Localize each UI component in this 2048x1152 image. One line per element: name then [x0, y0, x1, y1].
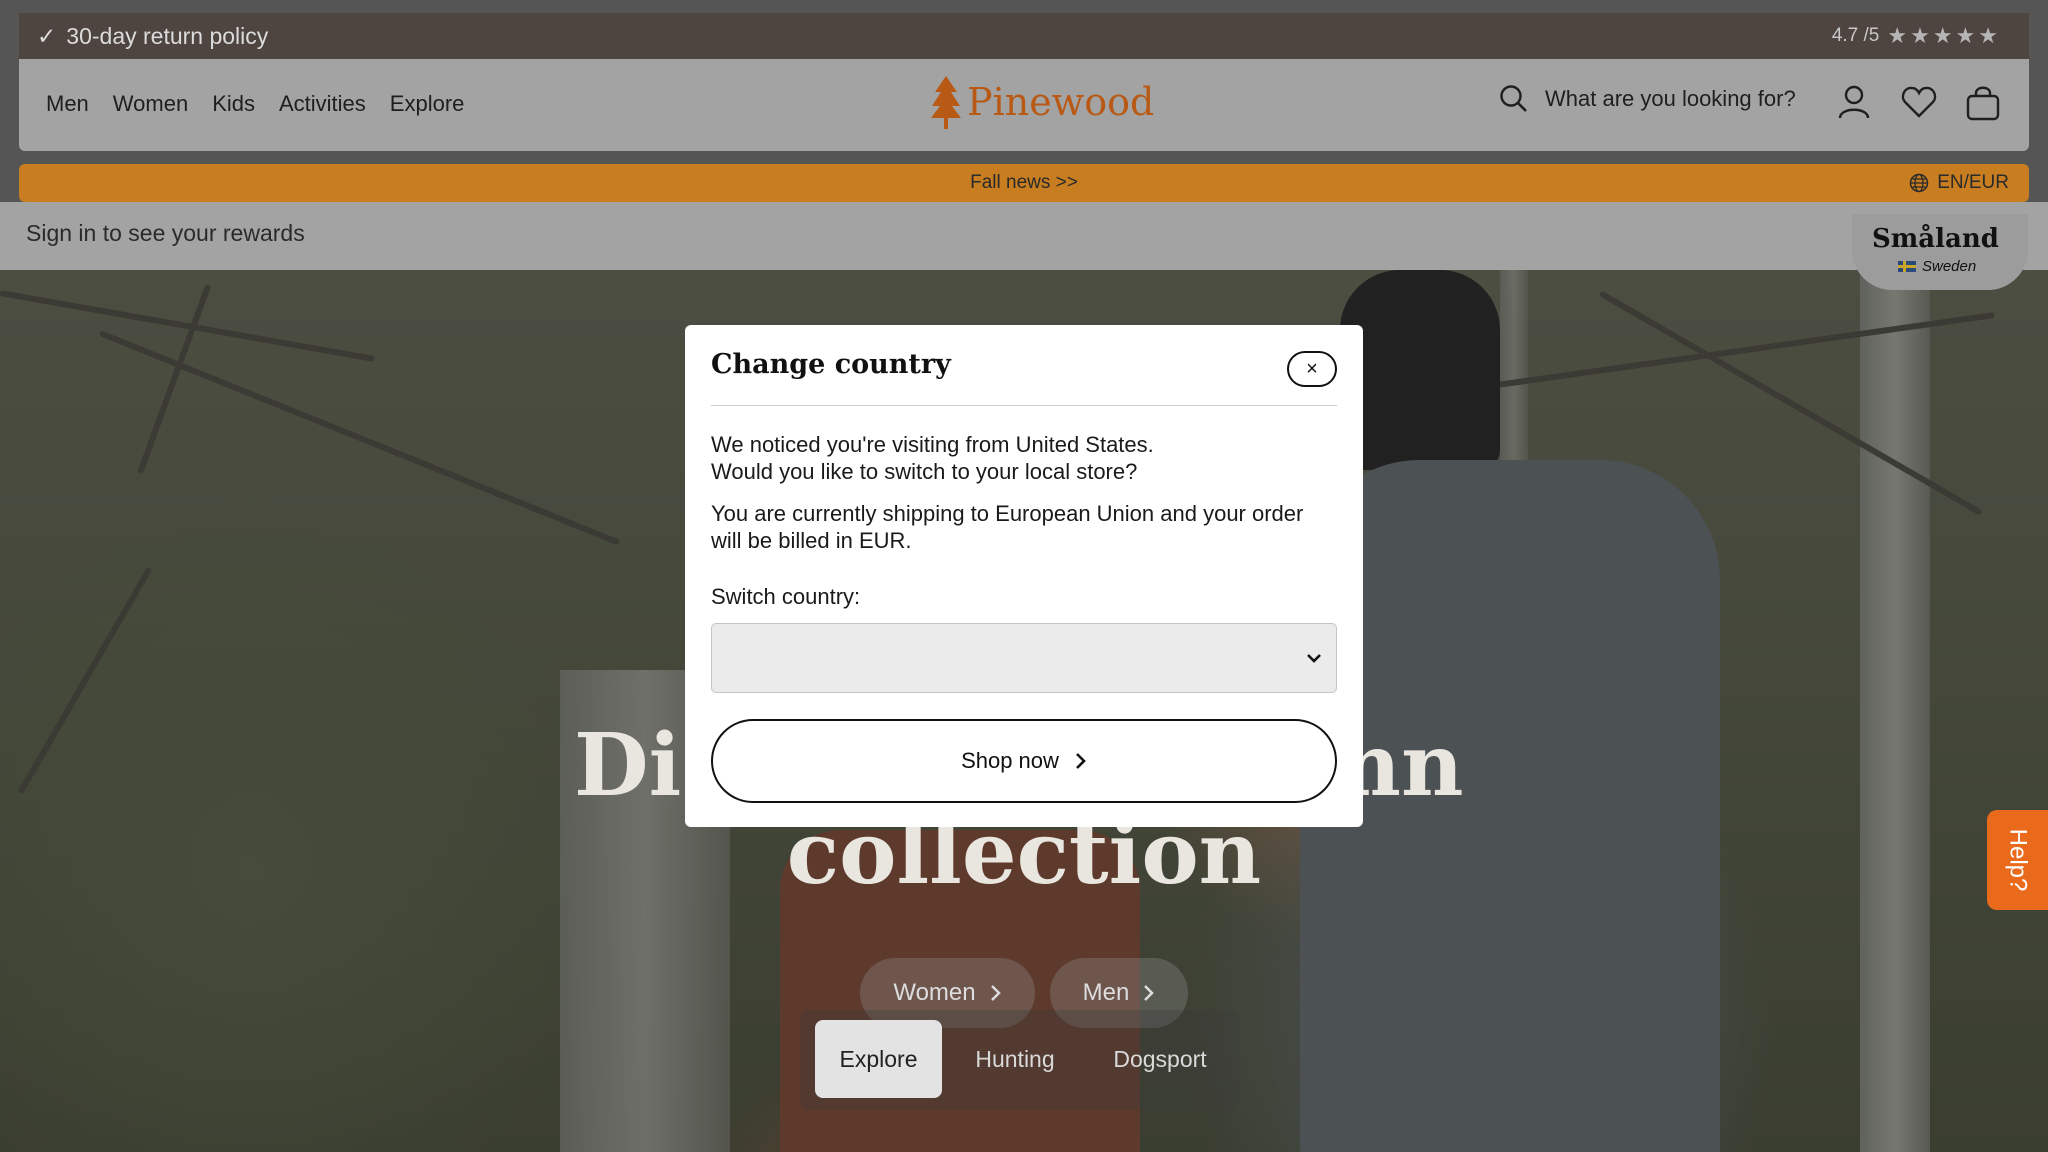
main-navigation: Men Women Kids Activities Explore Pinewo… [19, 59, 2029, 151]
return-policy-text: 30-day return policy [66, 23, 269, 49]
change-country-dialog: Change country × We noticed you're visit… [685, 325, 1363, 827]
rewards-signin-link[interactable]: Sign in to see your rewards [26, 220, 305, 247]
region-badge[interactable]: Småland Sweden [1852, 214, 2028, 290]
close-icon: × [1306, 357, 1318, 380]
locale-selector[interactable]: EN/EUR [1909, 172, 2009, 194]
rating[interactable]: 4.7 /5 ★★★★★ [1832, 23, 2001, 49]
sweden-flag-icon [1898, 261, 1916, 272]
nav-activities[interactable]: Activities [279, 91, 366, 117]
search-icon [1500, 85, 1527, 112]
shipping-notice: You are currently shipping to European U… [711, 501, 1304, 553]
nav-explore[interactable]: Explore [390, 91, 465, 117]
star-icons: ★★★★★ [1887, 23, 2001, 48]
rating-value: 4.7 /5 [1831, 25, 1880, 46]
chevron-down-icon [1307, 654, 1321, 663]
account-icon[interactable] [1837, 85, 1871, 119]
chevron-right-icon [990, 985, 1001, 1001]
country-select[interactable] [711, 623, 1337, 693]
help-button[interactable]: Help? [1987, 810, 2048, 910]
visiting-notice: We noticed you're visiting from United S… [711, 432, 1154, 484]
tree-logo-icon [931, 76, 961, 129]
region-country: Sweden [1922, 258, 1977, 275]
shop-now-button[interactable]: Shop now [711, 719, 1337, 803]
search-field[interactable]: What are you looking for? [1499, 84, 1796, 114]
switch-country-label: Switch country: [711, 584, 861, 609]
divider [711, 405, 1337, 406]
region-name: Småland [1872, 224, 1999, 254]
chevron-right-icon [1076, 753, 1086, 769]
chevron-right-icon [1144, 985, 1155, 1001]
tab-hunting[interactable]: Hunting [960, 1020, 1070, 1098]
close-button[interactable]: × [1287, 351, 1337, 387]
wishlist-heart-icon[interactable] [1901, 85, 1937, 119]
dialog-title: Change country [711, 349, 951, 380]
promo-bar: Fall news >> EN/EUR [19, 164, 2029, 202]
nav-kids[interactable]: Kids [212, 91, 255, 117]
globe-icon [1909, 173, 1929, 193]
tab-explore[interactable]: Explore [815, 1020, 942, 1098]
brand-logo[interactable]: Pinewood [929, 74, 1154, 130]
search-placeholder: What are you looking for? [1545, 86, 1796, 111]
announcement-bar: ✓ 30-day return policy 4.7 /5 ★★★★★ [19, 13, 2029, 59]
nav-women[interactable]: Women [113, 91, 188, 117]
tab-dogsport[interactable]: Dogsport [1100, 1020, 1220, 1098]
fall-news-link[interactable]: Fall news >> [19, 172, 2029, 194]
rewards-bar: Sign in to see your rewards [0, 202, 2048, 270]
shopping-bag-icon[interactable] [1965, 85, 2001, 121]
nav-men[interactable]: Men [46, 91, 89, 117]
check-icon: ✓ [37, 23, 57, 49]
